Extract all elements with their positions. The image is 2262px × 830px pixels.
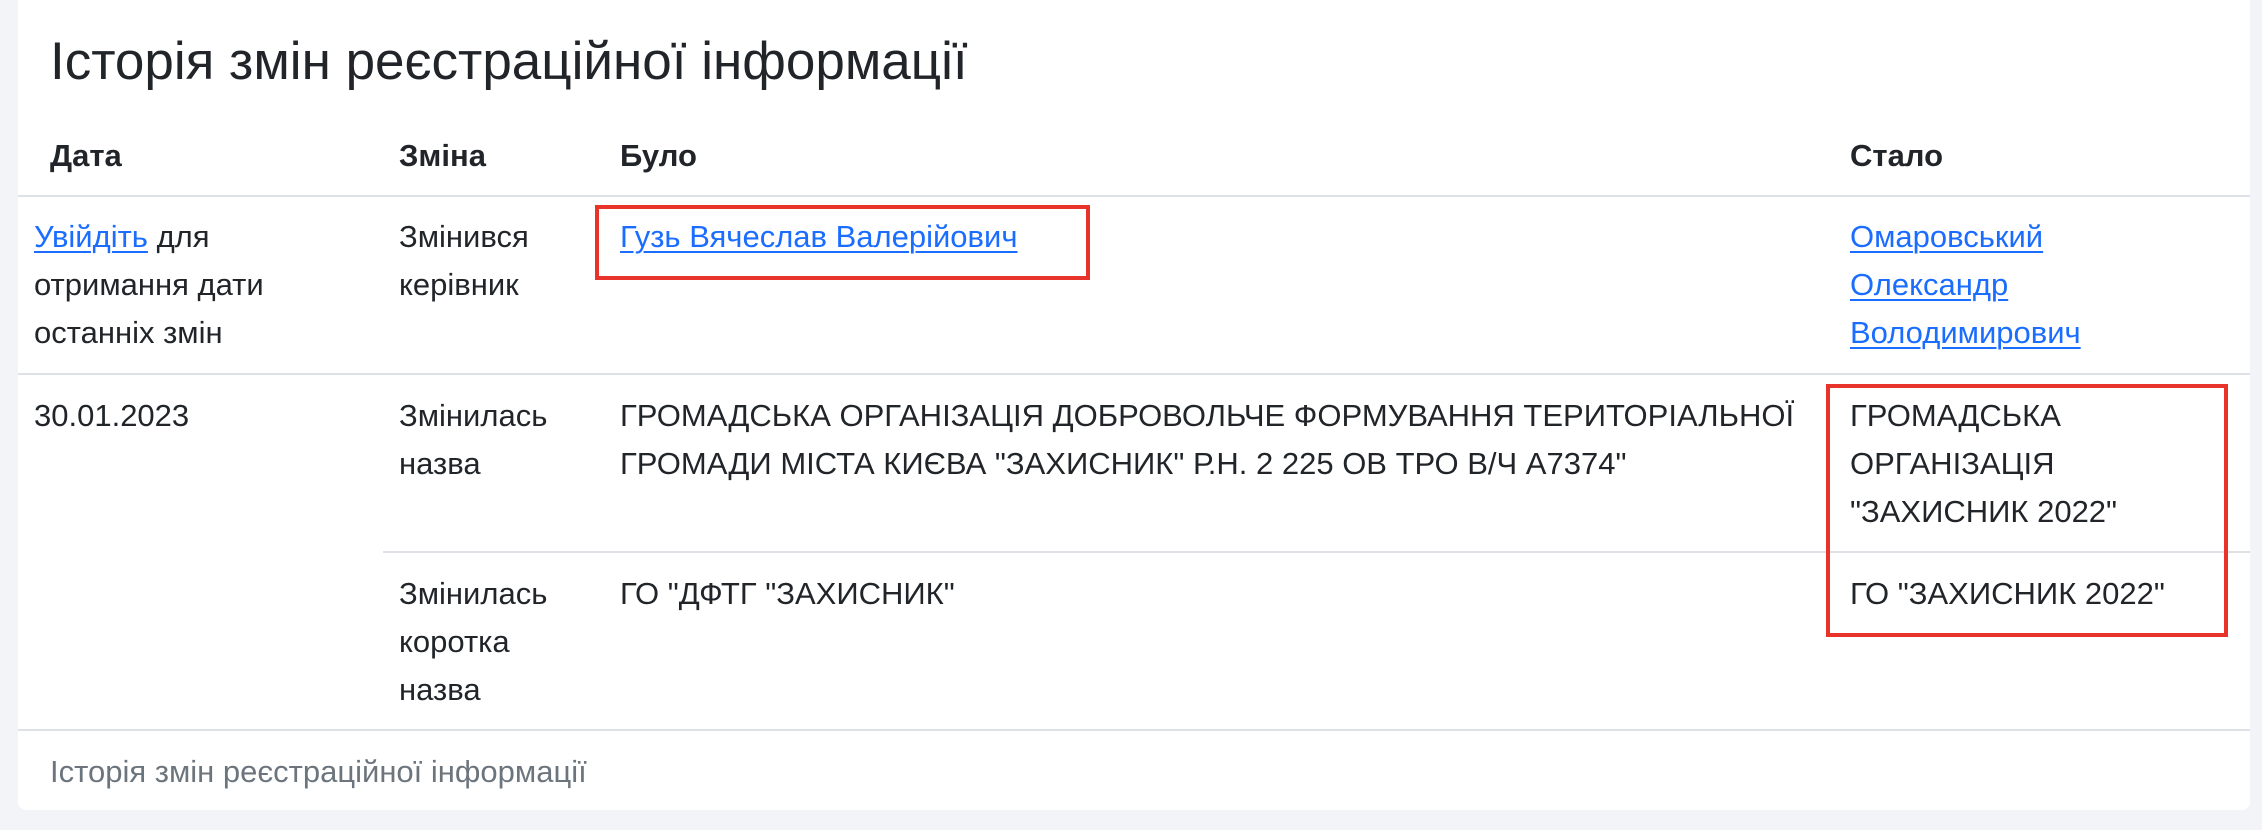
date-hint-text-2: отримання дати (34, 267, 264, 302)
row-1-date-cell: Увійдіть для отримання дати останніх змі… (34, 213, 354, 357)
date-hint-text-3: останніх змін (34, 315, 223, 350)
row-2-was-cell: ГРОМАДСЬКА ОРГАНІЗАЦІЯ ДОБРОВОЛЬЧЕ ФОРМУ… (620, 392, 1794, 488)
new-head-link-line-2[interactable]: Олександр (1850, 267, 2008, 302)
date-hint-text-1: для (147, 219, 210, 254)
column-header-became: Стало (1850, 138, 1944, 173)
column-header-date: Дата (50, 138, 122, 173)
old-name-line-1: ГРОМАДСЬКА ОРГАНІЗАЦІЯ ДОБРОВОЛЬЧЕ ФОРМУ… (620, 398, 1795, 433)
new-head-link-line-1[interactable]: Омаровський (1850, 219, 2043, 254)
row-2-date: 30.01.2023 (34, 398, 190, 433)
login-link[interactable]: Увійдіть (34, 219, 148, 254)
change-line-2: керівник (399, 267, 519, 302)
change-line-1: Змінився (399, 219, 529, 254)
page-title: Історія змін реєстраційної інформації (50, 32, 968, 91)
header-divider (18, 195, 2250, 197)
row-3-change-cell: Змінилась коротка назва (399, 570, 547, 714)
row-1-became-cell: Омаровський Олександр Володимирович (1850, 213, 2081, 357)
change-line-1: Змінилась (399, 398, 548, 433)
row-1-change-cell: Змінився керівник (399, 213, 529, 309)
table-bottom-divider (18, 729, 2250, 731)
change-line-3: назва (399, 672, 481, 707)
row-3-was: ГО "ДФТГ "ЗАХИСНИК" (620, 576, 955, 611)
highlight-box-new-name (1826, 384, 2228, 637)
change-line-2: назва (399, 446, 481, 481)
column-header-change: Зміна (399, 138, 486, 173)
change-line-1: Змінилась (399, 576, 548, 611)
old-name-line-2: ГРОМАДИ МІСТА КИЄВА "ЗАХИСНИК" Р.Н. 2 22… (620, 446, 1627, 481)
history-card: Історія змін реєстраційної інформації Да… (18, 0, 2250, 810)
table-caption: Історія змін реєстраційної інформації (50, 754, 587, 789)
column-header-was: Було (620, 138, 697, 173)
change-line-2: коротка (399, 624, 510, 659)
highlight-box-previous-head (595, 205, 1090, 280)
row-1-divider (18, 373, 2250, 375)
row-2-change-cell: Змінилась назва (399, 392, 547, 488)
new-head-link-line-3[interactable]: Володимирович (1850, 315, 2081, 350)
